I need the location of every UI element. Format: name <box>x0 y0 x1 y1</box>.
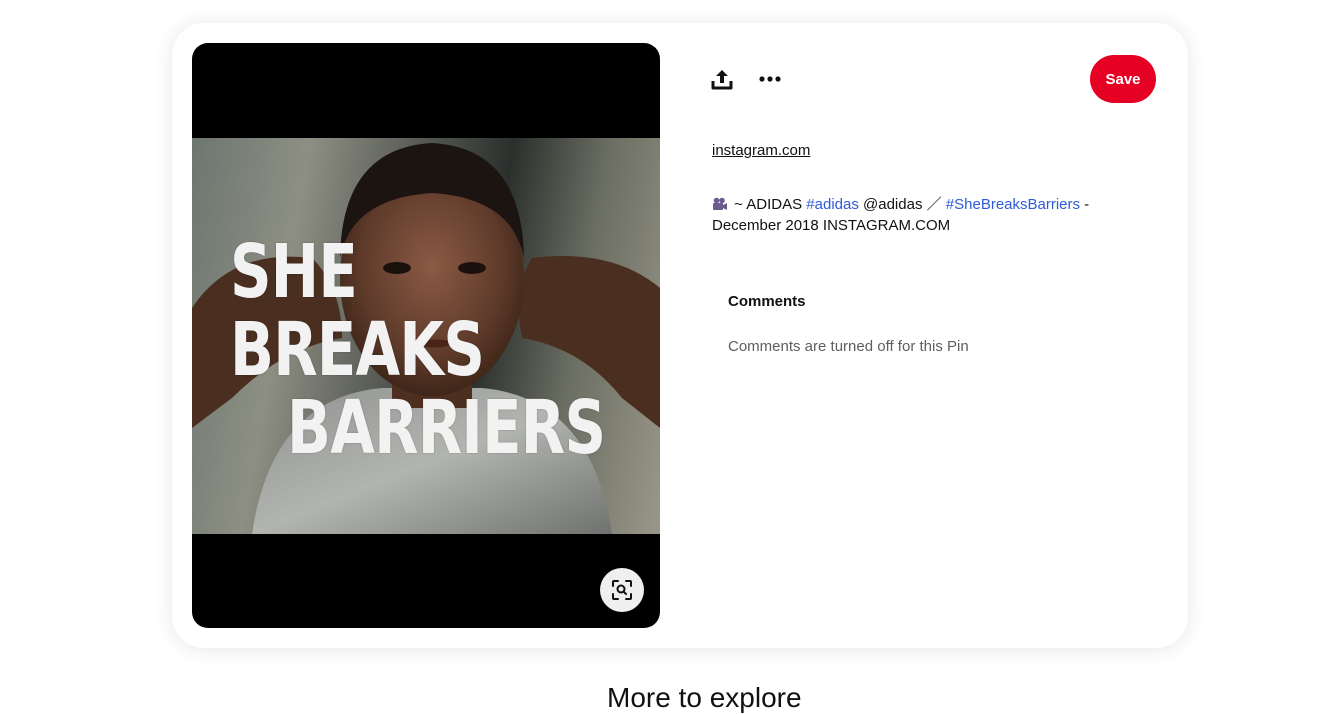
description-text-1: ~ ADIDAS <box>730 196 807 213</box>
pin-description: ~ ADIDAS #adidas @adidas ／ #SheBreaksBar… <box>712 194 1132 236</box>
share-upload-icon <box>711 70 733 90</box>
source-link[interactable]: instagram.com <box>712 142 810 159</box>
pin-media[interactable]: SHE BREAKS BARRIERS <box>192 43 660 628</box>
comments-heading: Comments <box>728 293 806 310</box>
more-options-button[interactable] <box>756 65 784 93</box>
visual-search-icon <box>612 580 632 600</box>
comments-status: Comments are turned off for this Pin <box>728 338 969 355</box>
description-text-2: @adidas ／ <box>858 196 946 213</box>
visual-search-button[interactable] <box>600 568 644 612</box>
pin-card: SHE BREAKS BARRIERS Save instagram.com ~… <box>172 23 1188 648</box>
hashtag-shebreaksbarriers-link[interactable]: #SheBreaksBarriers <box>946 196 1080 213</box>
overlay-text-line-2: BREAKS <box>230 307 485 393</box>
hashtag-adidas-link[interactable]: #adidas <box>806 196 859 213</box>
more-to-explore-heading: More to explore <box>607 682 802 713</box>
movie-camera-icon <box>713 197 727 210</box>
overlay-text-line-1: SHE <box>230 229 358 315</box>
share-button[interactable] <box>708 65 736 93</box>
more-ellipsis-icon <box>759 76 781 82</box>
save-button[interactable]: Save <box>1090 55 1156 103</box>
overlay-text-line-3: BARRIERS <box>287 385 606 471</box>
